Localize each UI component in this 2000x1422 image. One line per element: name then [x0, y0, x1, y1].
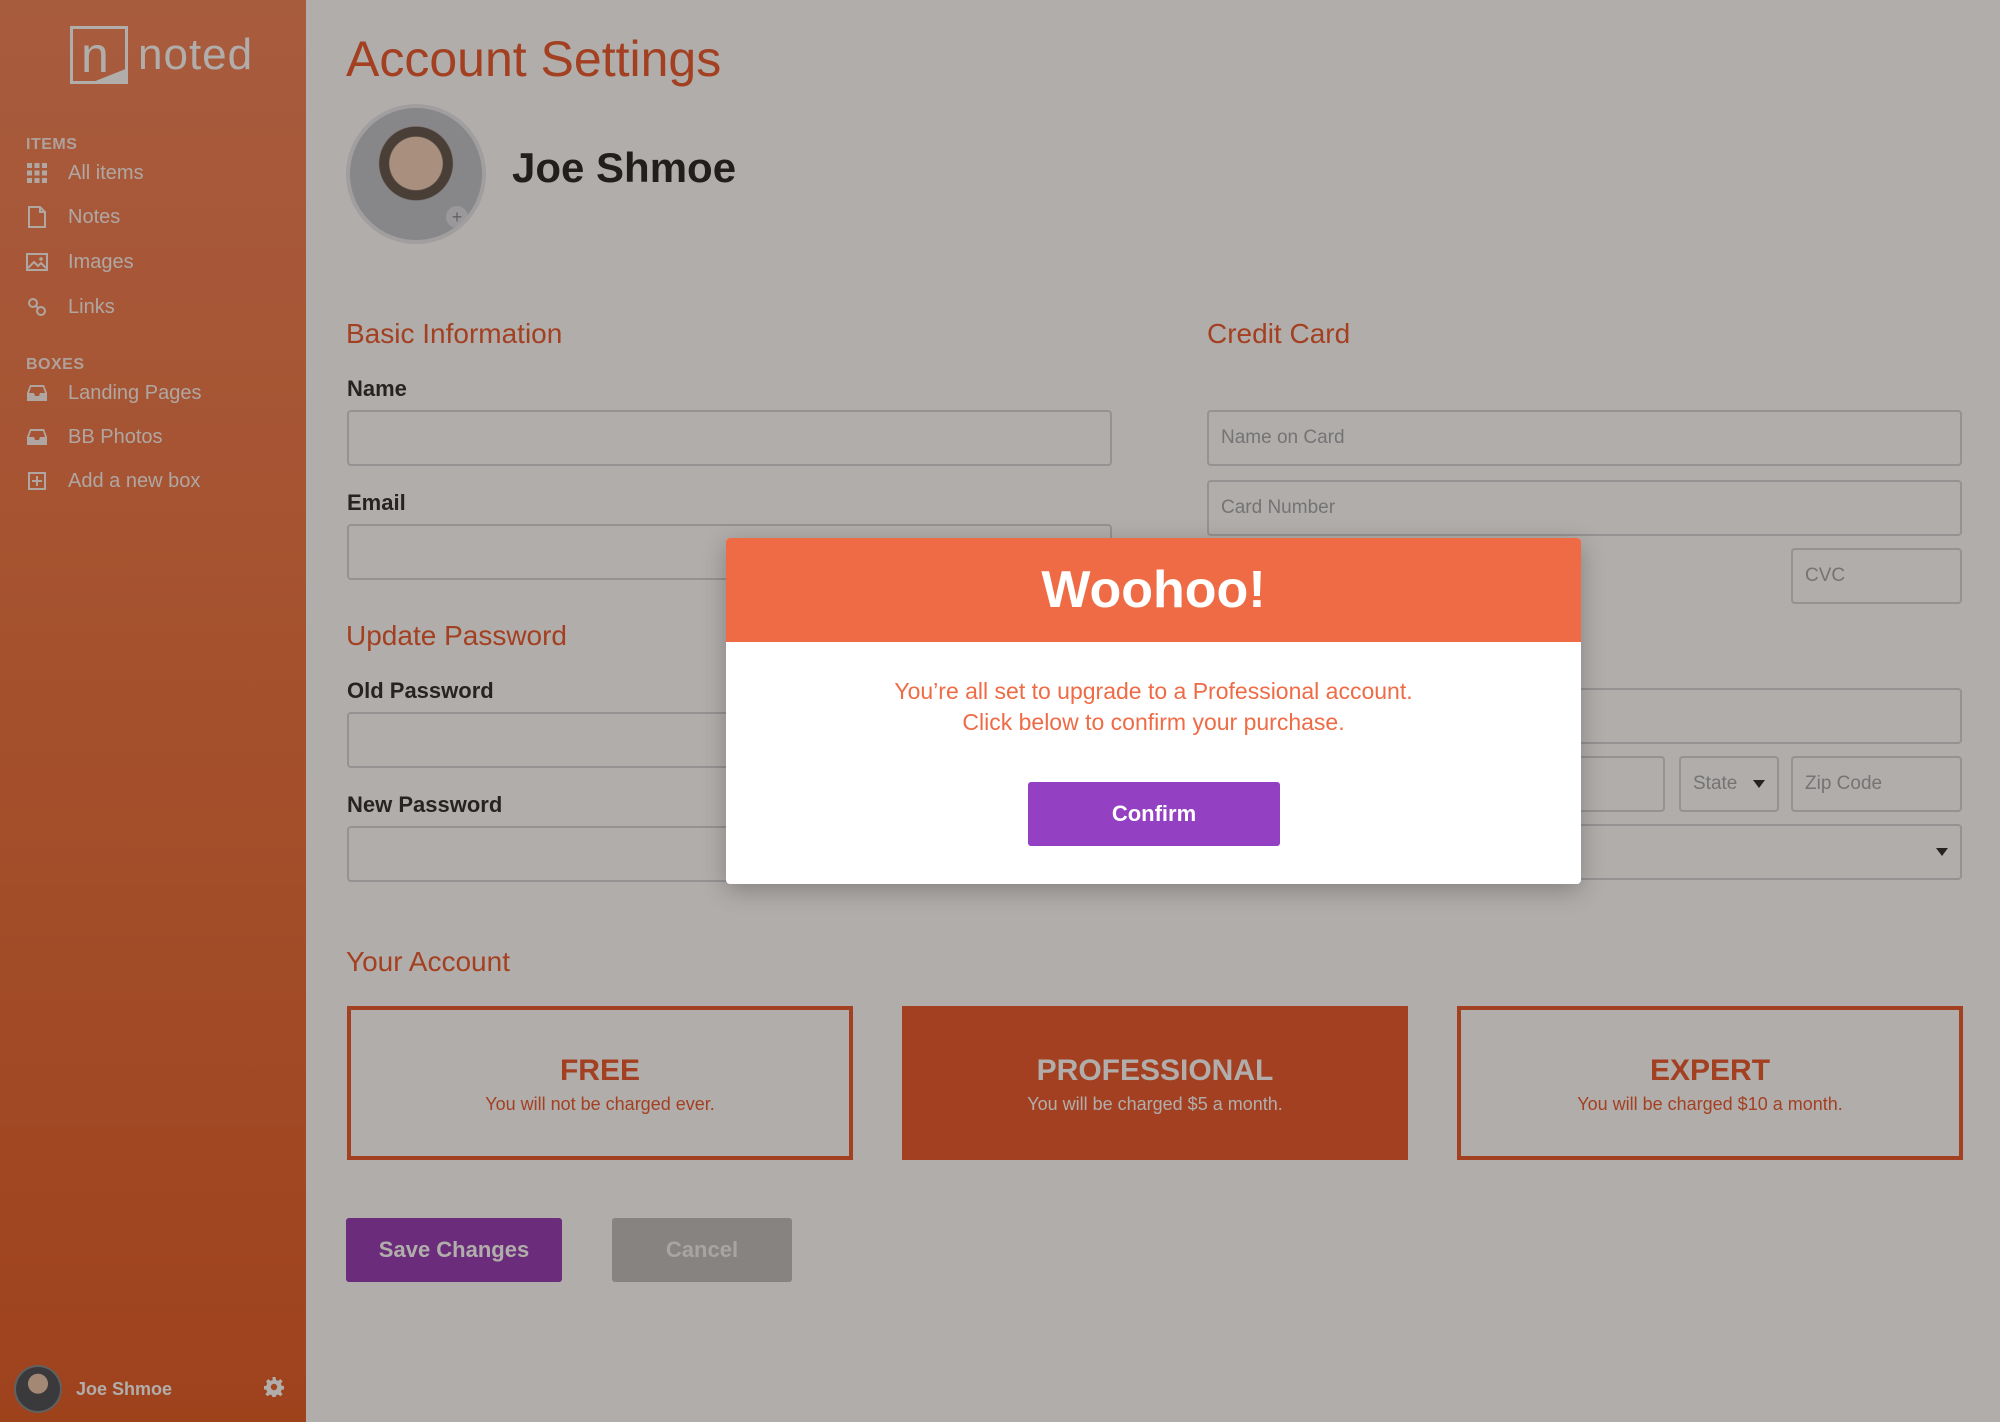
modal-header: Woohoo!: [726, 538, 1581, 642]
modal-message: You’re all set to upgrade to a Professio…: [894, 678, 1413, 735]
modal-title: Woohoo!: [1041, 561, 1266, 619]
upgrade-confirm-modal: Woohoo! You’re all set to upgrade to a P…: [726, 538, 1581, 884]
confirm-button[interactable]: Confirm: [1028, 782, 1280, 846]
